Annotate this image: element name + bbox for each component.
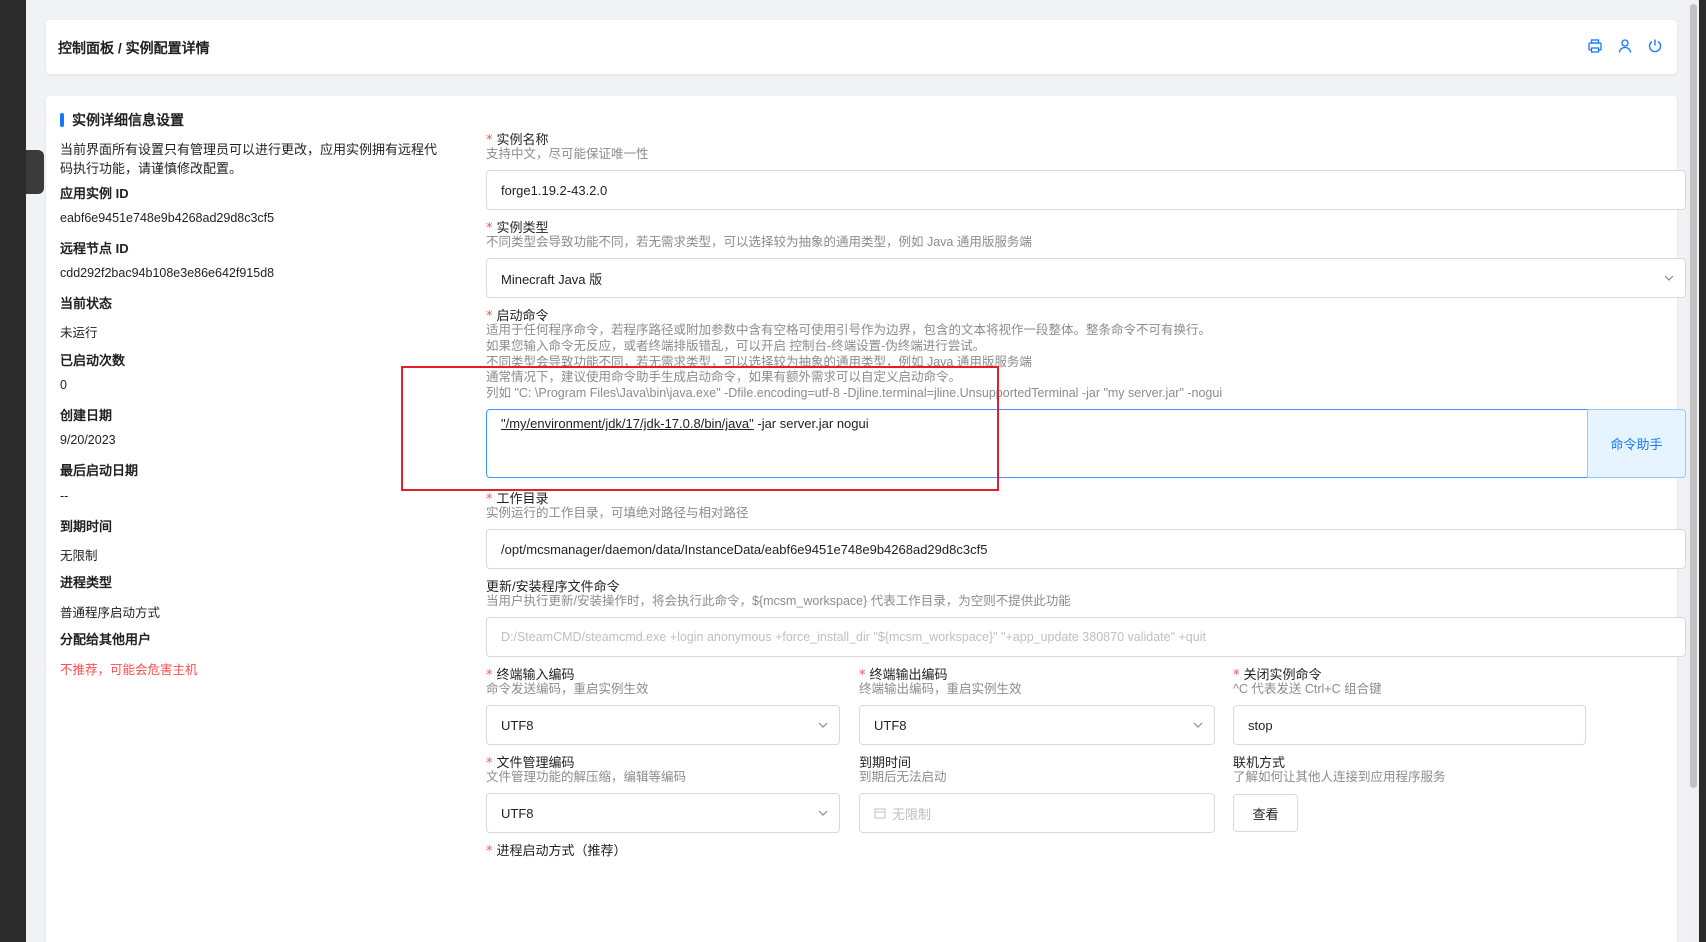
stop-cmd-desc: ^C 代表发送 Ctrl+C 组合键 xyxy=(1233,682,1382,696)
chevron-down-icon xyxy=(818,722,828,728)
admin-warning: 当前界面所有设置只有管理员可以进行更改，应用实例拥有远程代码执行功能，请谨慎修改… xyxy=(60,142,438,176)
card-title: 实例详细信息设置 xyxy=(60,110,184,130)
process-mode-label-text: 进程启动方式（推荐） xyxy=(496,843,627,858)
printer-icon[interactable] xyxy=(1587,38,1603,54)
info-value-expire: 无限制 xyxy=(60,549,98,563)
cwd-desc: 实例运行的工作目录，可填绝对路径与相对路径 xyxy=(486,506,749,520)
input-encoding-select[interactable]: UTF8 xyxy=(486,705,840,745)
info-value-created: 9/20/2023 xyxy=(60,433,116,447)
info-label-expire: 到期时间 xyxy=(60,519,113,534)
highlight-box xyxy=(401,366,999,491)
expire-placeholder: 无限制 xyxy=(892,806,932,822)
chevron-down-icon xyxy=(818,810,828,816)
working-directory-input[interactable]: /opt/mcsmanager/daemon/data/InstanceData… xyxy=(486,529,1686,569)
info-label-assign-users: 分配给其他用户 xyxy=(60,632,152,647)
vertical-scrollbar[interactable] xyxy=(1687,0,1699,942)
output-encoding-label-text: 终端输出编码 xyxy=(869,667,948,682)
start-cmd-desc-2: 如果您输入命令无反应，或者终端排版错乱，可以开启 控制台-终端设置-伪终端进行尝… xyxy=(486,339,986,353)
info-value-node-id: cdd292f2bac94b108e3e86e642f915d8 xyxy=(60,266,275,280)
header-actions xyxy=(1587,38,1663,54)
app-root: 控制面板 / 实例配置详情 实例详细信息设置 当前界面所有设置只有管理员可以进行… xyxy=(26,0,1699,942)
type-label-text: 实例类型 xyxy=(496,220,549,235)
sidebar-collapse-tab[interactable] xyxy=(26,150,44,194)
file-encoding-select[interactable]: UTF8 xyxy=(486,793,840,833)
card-title-text: 实例详细信息设置 xyxy=(72,112,184,128)
update-cmd-desc: 当用户执行更新/安装操作时，将会执行此命令，${mcsm_workspace} … xyxy=(486,594,1071,608)
required-mark: * xyxy=(486,844,493,859)
breadcrumb: 控制面板 / 实例配置详情 xyxy=(58,40,210,56)
expire-time-desc: 到期后无法启动 xyxy=(859,770,947,784)
connect-desc: 了解如何让其他人连接到应用程序服务 xyxy=(1233,770,1446,784)
view-connect-button[interactable]: 查看 xyxy=(1233,794,1298,832)
info-value-status: 未运行 xyxy=(60,326,98,340)
instance-info-panel: 当前界面所有设置只有管理员可以进行更改，应用实例拥有远程代码执行功能，请谨慎修改… xyxy=(60,140,444,677)
info-label-created: 创建日期 xyxy=(60,408,113,423)
info-label-instance-id: 应用实例 ID xyxy=(60,186,129,201)
stop-cmd-input[interactable]: stop xyxy=(1233,705,1586,745)
name-label-text: 实例名称 xyxy=(496,132,549,147)
header-bar: 控制面板 / 实例配置详情 xyxy=(46,20,1677,74)
info-value-instance-id: eabf6e9451e748e9b4268ad29d8c3cf5 xyxy=(60,211,275,225)
instance-settings-card: 实例详细信息设置 当前界面所有设置只有管理员可以进行更改，应用实例拥有远程代码执… xyxy=(46,96,1686,942)
process-mode-label: * 进程启动方式（推荐） xyxy=(486,840,627,859)
cwd-label-text: 工作目录 xyxy=(496,491,549,506)
scrollbar-thumb[interactable] xyxy=(1690,4,1697,788)
file-encoding-value: UTF8 xyxy=(501,805,534,821)
info-label-node-id: 远程节点 ID xyxy=(60,241,129,256)
start-cmd-label-text: 启动命令 xyxy=(496,308,549,323)
input-encoding-value: UTF8 xyxy=(501,717,534,733)
calendar-icon xyxy=(874,808,886,819)
command-helper-button[interactable]: 命令助手 xyxy=(1587,409,1686,478)
chevron-down-icon xyxy=(1193,722,1203,728)
info-value-last-start: -- xyxy=(60,489,69,503)
info-label-process-type: 进程类型 xyxy=(60,575,113,590)
type-desc: 不同类型会导致功能不同，若无需求类型，可以选择较为抽象的通用类型，例如 Java… xyxy=(486,235,1032,249)
instance-name-input[interactable]: forge1.19.2-43.2.0 xyxy=(486,170,1686,210)
update-cmd-input[interactable]: D:/SteamCMD/steamcmd.exe +login anonymou… xyxy=(486,617,1686,657)
info-value-start-count: 0 xyxy=(60,378,67,392)
output-encoding-select[interactable]: UTF8 xyxy=(859,705,1215,745)
info-value-process-type: 普通程序启动方式 xyxy=(60,606,161,620)
input-encoding-label-text: 终端输入编码 xyxy=(496,667,575,682)
user-icon[interactable] xyxy=(1617,38,1633,54)
info-label-status: 当前状态 xyxy=(60,296,113,311)
start-cmd-desc-1: 适用于任何程序命令，若程序路径或附加参数中含有空格可使用引号作为边界，包含的文本… xyxy=(486,323,1212,337)
input-encoding-desc: 命令发送编码，重启实例生效 xyxy=(486,682,649,696)
name-desc: 支持中文，尽可能保证唯一性 xyxy=(486,147,649,161)
file-encoding-label-text: 文件管理编码 xyxy=(496,755,575,770)
file-encoding-desc: 文件管理功能的解压缩，编辑等编码 xyxy=(486,770,687,784)
stop-cmd-label-text: 关闭实例命令 xyxy=(1243,667,1322,682)
info-label-last-start: 最后启动日期 xyxy=(60,463,139,478)
info-label-start-count: 已启动次数 xyxy=(60,353,126,368)
chevron-down-icon xyxy=(1664,275,1674,281)
instance-type-select[interactable]: Minecraft Java 版 xyxy=(486,258,1686,298)
power-icon[interactable] xyxy=(1647,38,1663,54)
title-accent-bar xyxy=(60,113,64,127)
output-encoding-value: UTF8 xyxy=(874,717,907,733)
instance-type-value: Minecraft Java 版 xyxy=(501,271,603,287)
expire-date-picker[interactable]: 无限制 xyxy=(859,793,1215,833)
output-encoding-desc: 终端输出编码，重启实例生效 xyxy=(859,682,1022,696)
info-value-assign-users: 不推荐，可能会危害主机 xyxy=(60,663,198,677)
